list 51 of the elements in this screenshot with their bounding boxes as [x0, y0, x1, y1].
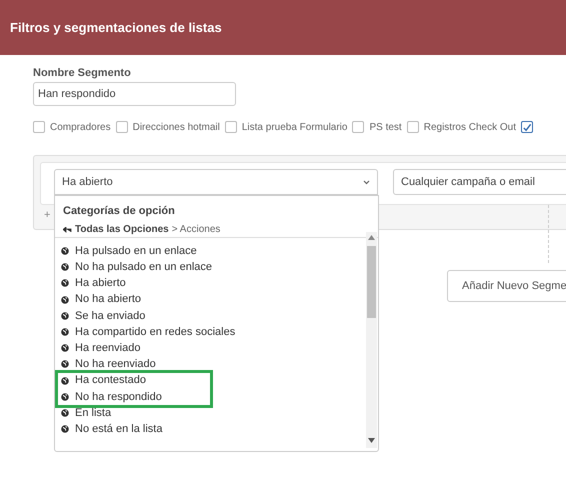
scrollbar[interactable]: [366, 232, 377, 448]
breadcrumb-current: > Acciones: [172, 223, 220, 237]
checkbox-label[interactable]: Registros Check Out: [424, 120, 516, 134]
field-label: Nombre Segmento: [33, 66, 132, 80]
checkbox-label[interactable]: Direcciones hotmail: [132, 120, 220, 134]
dropdown-option[interactable]: No ha abierto: [61, 292, 378, 308]
add-segment-button[interactable]: Añadir Nuevo Segme: [447, 270, 566, 302]
globe-icon: [61, 263, 69, 272]
back-arrow-icon: [63, 226, 72, 232]
dropdown-option[interactable]: Ha contestado: [61, 372, 210, 389]
select-value: Ha abierto: [62, 174, 113, 190]
dropdown-heading: Categorías de opción: [63, 204, 176, 218]
condition-select[interactable]: Ha abierto: [54, 169, 378, 195]
dropdown-option[interactable]: No ha pulsado en un enlace: [61, 259, 378, 276]
scroll-down-icon[interactable]: [368, 438, 375, 443]
dropdown-option[interactable]: No ha reenviado: [61, 356, 378, 372]
dropdown-option[interactable]: Ha reenviado: [61, 340, 378, 356]
globe-icon: [61, 328, 69, 336]
dropdown-option[interactable]: Ha compartido en redes sociales: [61, 324, 378, 340]
checkbox[interactable]: [116, 121, 128, 133]
dropdown-option[interactable]: No está en la lista: [61, 421, 378, 438]
globe-icon: [61, 425, 69, 434]
dropdown-option[interactable]: Ha abierto: [61, 275, 378, 292]
breadcrumb-link[interactable]: Todas las Opciones: [75, 222, 169, 237]
checkbox[interactable]: [352, 121, 364, 133]
checkbox-label[interactable]: Lista prueba Formulario: [242, 120, 348, 134]
campaign-select[interactable]: Cualquier campaña o email: [393, 169, 566, 195]
dropdown-option[interactable]: Ha pulsado en un enlace: [61, 243, 378, 260]
chevron-down-icon: [363, 180, 370, 184]
page-title: Filtros y segmentaciones de listas: [10, 18, 222, 37]
segment-name-field[interactable]: Han respondido: [33, 82, 236, 106]
dropdown-option[interactable]: No ha respondido: [61, 388, 210, 405]
globe-icon: [61, 312, 69, 320]
checkbox[interactable]: [33, 121, 45, 133]
globe-icon: [61, 360, 69, 368]
dropdown-option[interactable]: En lista: [61, 404, 378, 422]
checkbox-label[interactable]: Compradores: [50, 120, 111, 134]
globe-icon: [61, 376, 69, 385]
dropdown-option[interactable]: Se ha enviado: [61, 308, 378, 324]
globe-icon: [61, 296, 69, 304]
scrollbar-thumb[interactable]: [367, 246, 376, 318]
globe-icon: [61, 408, 69, 417]
checkbox[interactable]: [406, 121, 419, 133]
checkbox[interactable]: [520, 121, 533, 133]
globe-icon: [61, 344, 69, 352]
globe-icon: [61, 279, 69, 288]
globe-icon: [61, 392, 69, 401]
checkbox-label[interactable]: PS test: [369, 120, 402, 134]
globe-icon: [61, 247, 69, 256]
scroll-up-icon[interactable]: [368, 235, 375, 240]
checkbox[interactable]: [224, 121, 237, 133]
